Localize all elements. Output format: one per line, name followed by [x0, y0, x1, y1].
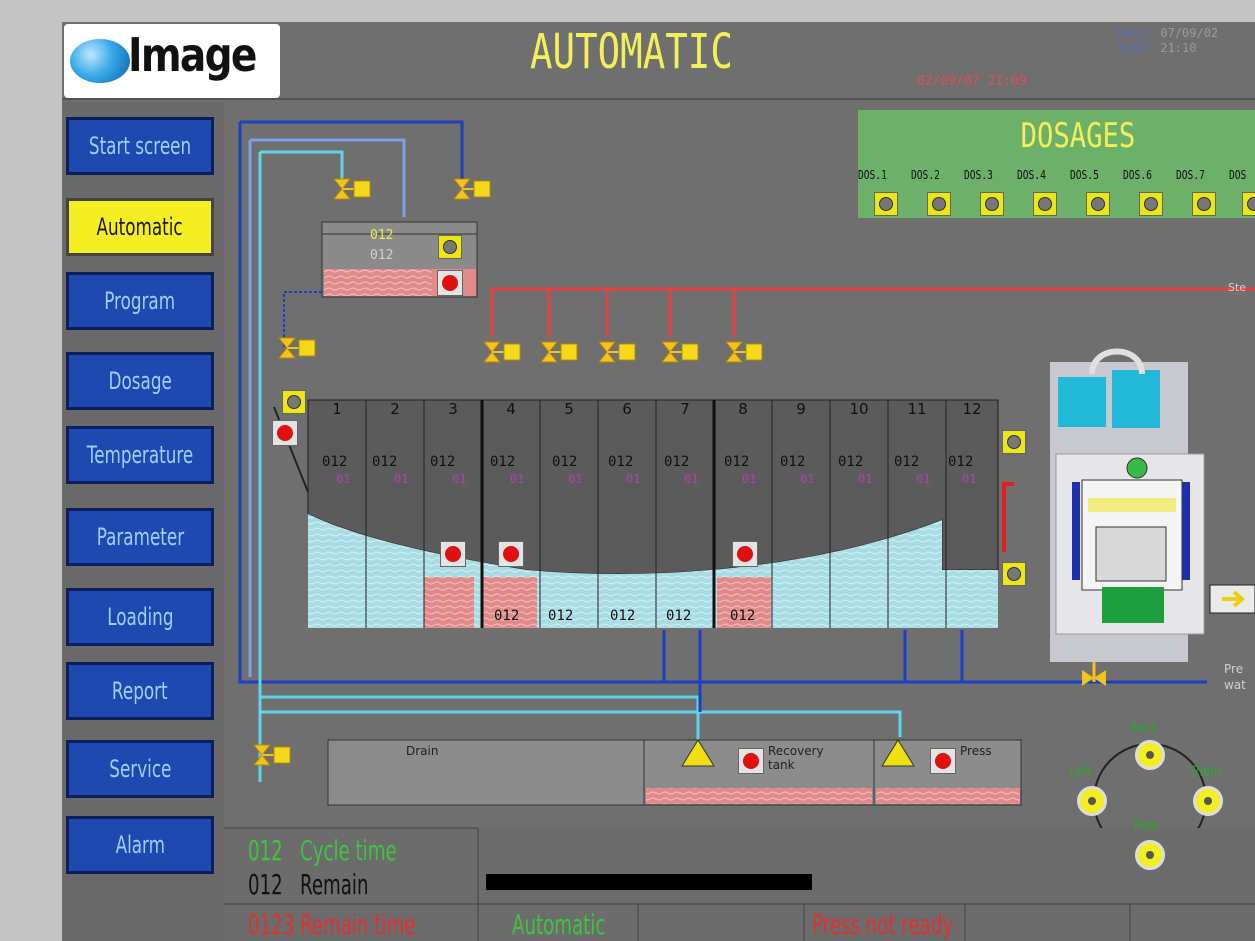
compartment-value: 012 — [664, 454, 690, 470]
compartment-subvalue: 01 — [336, 472, 351, 486]
compartment-value: 012 — [724, 454, 750, 470]
process-diagram — [224, 120, 1255, 941]
compartment-bottom-value: 012 — [730, 608, 756, 624]
compartment-subvalue: 01 — [684, 472, 699, 486]
recovery-tank-label: Recovery tank — [768, 744, 824, 772]
legend-remain-label: Remain — [300, 868, 369, 901]
status-press: Press not ready — [812, 908, 954, 941]
compartment-value: 012 — [838, 454, 864, 470]
hmi-screen: Image AUTOMATIC Date: 07/09/02 Time: 21:… — [62, 22, 1255, 941]
compartment-subvalue: 01 — [858, 472, 873, 486]
compartment-number: 6 — [622, 400, 632, 418]
legend-remain-value: 012 — [248, 868, 283, 901]
position-rest-button[interactable] — [1135, 840, 1165, 870]
status-mode: Automatic — [512, 908, 606, 941]
water-label: wat — [1224, 678, 1246, 692]
compartment-number: 12 — [962, 400, 982, 418]
inlet-button[interactable] — [282, 390, 306, 414]
compartment-bottom-value: 012 — [610, 608, 636, 624]
compartment-bottom-value: 012 — [494, 608, 520, 624]
steam-label: Ste — [1228, 281, 1247, 294]
recovery-stop-button[interactable] — [738, 748, 764, 774]
position-back-label: Back — [1130, 720, 1158, 736]
inlet-stop-button[interactable] — [272, 420, 298, 446]
press-label: Press — [960, 744, 992, 758]
position-left-label: Left — [1070, 764, 1092, 780]
tank-level-button[interactable] — [438, 235, 462, 259]
compartment-value: 012 — [372, 454, 398, 470]
compartment-number: 10 — [849, 400, 869, 418]
compartment-4-stop[interactable] — [498, 541, 524, 567]
compartment-value: 012 — [490, 454, 516, 470]
discharge-indicator[interactable] — [1002, 562, 1026, 586]
pressure-label: Pre — [1224, 662, 1244, 676]
compartment-bottom-value: 012 — [666, 608, 692, 624]
legend-remain-time-value: 0123 — [248, 908, 295, 941]
legend-cycle-label: Cycle time — [300, 834, 397, 867]
compartment-value: 012 — [894, 454, 920, 470]
compartment-number: 11 — [907, 400, 927, 418]
compartment-subvalue: 01 — [568, 472, 583, 486]
compartment-12-indicator[interactable] — [1002, 430, 1026, 454]
compartment-number: 9 — [796, 400, 806, 418]
compartment-subvalue: 01 — [452, 472, 467, 486]
compartment-number: 3 — [448, 400, 458, 418]
compartment-8-stop[interactable] — [732, 541, 758, 567]
legend-cycle-value: 012 — [248, 834, 283, 867]
compartment-subvalue: 01 — [510, 472, 525, 486]
compartment-number: 1 — [332, 400, 342, 418]
compartment-subvalue: 01 — [742, 472, 757, 486]
legend-remain-time-label: Remain time — [300, 908, 416, 941]
compartment-number: 8 — [738, 400, 748, 418]
compartment-subvalue: 01 — [962, 472, 977, 486]
compartment-value: 012 — [948, 454, 974, 470]
position-right-button[interactable] — [1193, 786, 1223, 816]
position-right-label: Right — [1192, 764, 1222, 780]
compartment-number: 7 — [680, 400, 690, 418]
compartment-value: 012 — [430, 454, 456, 470]
compartment-subvalue: 01 — [626, 472, 641, 486]
compartment-value: 012 — [780, 454, 806, 470]
drain-label: Drain — [406, 744, 439, 758]
compartment-subvalue: 01 — [916, 472, 931, 486]
compartment-subvalue: 01 — [800, 472, 815, 486]
compartment-number: 5 — [564, 400, 574, 418]
position-rest-label: Rest — [1134, 818, 1159, 834]
compartment-bottom-value: 012 — [548, 608, 574, 624]
tank-value-top: 012 — [370, 228, 394, 243]
compartment-value: 012 — [322, 454, 348, 470]
position-back-button[interactable] — [1135, 740, 1165, 770]
compartment-value: 012 — [608, 454, 634, 470]
compartment-number: 4 — [506, 400, 516, 418]
compartment-subvalue: 01 — [394, 472, 409, 486]
press-stop-button[interactable] — [930, 748, 956, 774]
compartment-number: 2 — [390, 400, 400, 418]
compartment-value: 012 — [552, 454, 578, 470]
compartment-3-stop[interactable] — [440, 541, 466, 567]
position-left-button[interactable] — [1077, 786, 1107, 816]
tank-stop-button[interactable] — [437, 270, 463, 296]
tank-value-bottom: 012 — [370, 248, 394, 263]
